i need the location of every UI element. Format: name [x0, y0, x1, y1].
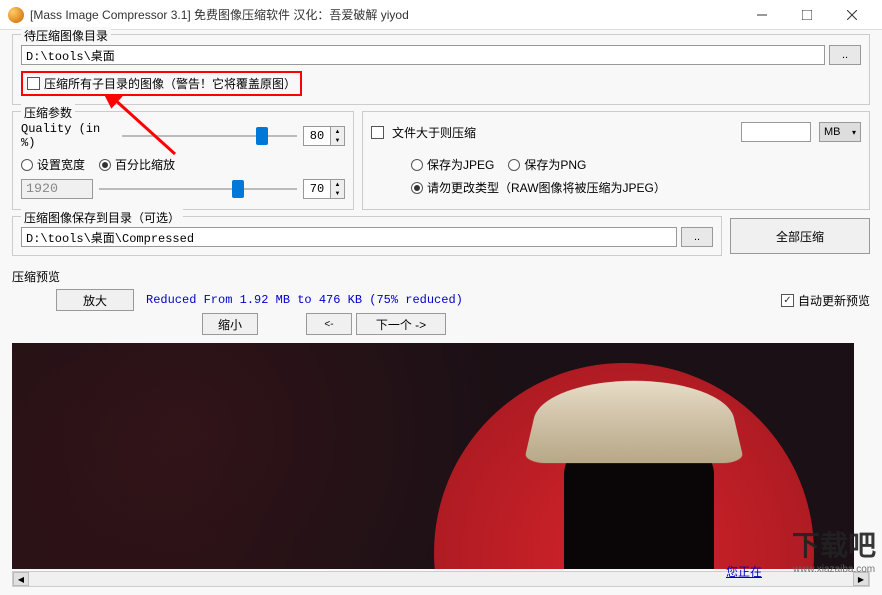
titlebar: [Mass Image Compressor 3.1] 免费图像压缩软件 汉化：…	[0, 0, 882, 30]
subdirs-highlight: 压缩所有子目录的图像（警告！它将覆盖原图）	[21, 71, 302, 96]
browse-output-button[interactable]: ..	[681, 227, 713, 247]
quality-slider[interactable]	[122, 124, 297, 148]
compress-all-button[interactable]: 全部压缩	[730, 218, 870, 254]
quality-label: Quality (in %)	[21, 122, 116, 150]
prev-image-button[interactable]: <-	[306, 313, 352, 335]
minsize-checkbox[interactable]	[371, 126, 384, 139]
source-group: 待压缩图像目录 .. 压缩所有子目录的图像（警告！它将覆盖原图）	[12, 34, 870, 105]
no-change-radio[interactable]: 请勿更改类型（RAW图像将被压缩为JPEG）	[411, 179, 666, 196]
zoom-in-button[interactable]: 放大	[56, 289, 134, 311]
scroll-left-button[interactable]: ◀	[13, 572, 29, 586]
status-link[interactable]: 您正在	[726, 563, 762, 580]
subdirs-label: 压缩所有子目录的图像（警告！它将覆盖原图）	[44, 75, 296, 92]
quality-input[interactable]: 80 ▲▼	[303, 126, 345, 146]
scale-slider[interactable]	[99, 177, 297, 201]
browse-source-button[interactable]: ..	[829, 45, 861, 65]
window-title: [Mass Image Compressor 3.1] 免费图像压缩软件 汉化：…	[30, 6, 739, 23]
params-group: 压缩参数 Quality (in %) 80 ▲▼ 设置宽度 百分比缩放	[12, 111, 354, 210]
download-icon: 下载吧	[792, 524, 876, 564]
auto-refresh-checkbox[interactable]	[781, 294, 794, 307]
auto-refresh-label: 自动更新预览	[798, 292, 870, 309]
scale-input[interactable]: 70 ▲▼	[303, 179, 345, 199]
app-icon	[8, 7, 24, 23]
next-image-button[interactable]: 下一个 ->	[356, 313, 446, 335]
unit-select[interactable]: MB	[819, 122, 861, 142]
output-path-input[interactable]	[21, 227, 677, 247]
width-input[interactable]	[21, 179, 93, 199]
close-button[interactable]	[829, 0, 874, 30]
preview-legend: 压缩预览	[12, 268, 870, 285]
save-jpeg-radio[interactable]: 保存为JPEG	[411, 156, 494, 173]
preview-section: 压缩预览 放大 Reduced From 1.92 MB to 476 KB (…	[12, 268, 870, 587]
percent-radio[interactable]: 百分比缩放	[99, 156, 175, 173]
subdirs-checkbox[interactable]	[27, 77, 40, 90]
save-png-radio[interactable]: 保存为PNG	[508, 156, 586, 173]
preview-image	[12, 343, 854, 569]
scale-down[interactable]: ▼	[331, 189, 344, 198]
minsize-label: 文件大于则压缩	[392, 124, 476, 141]
output-legend: 压缩图像保存到目录（可选）	[21, 209, 183, 226]
minsize-input[interactable]	[741, 122, 811, 142]
maximize-button[interactable]	[784, 0, 829, 30]
scale-up[interactable]: ▲	[331, 180, 344, 189]
source-path-input[interactable]	[21, 45, 825, 65]
params-legend: 压缩参数	[21, 104, 75, 121]
zoom-out-button[interactable]: 缩小	[202, 313, 258, 335]
watermark: 下载吧 www.xiazaiba.com	[792, 524, 876, 575]
minimize-button[interactable]	[739, 0, 784, 30]
output-group: 压缩图像保存到目录（可选） ..	[12, 216, 722, 256]
quality-down[interactable]: ▼	[331, 136, 344, 145]
width-radio[interactable]: 设置宽度	[21, 156, 85, 173]
reduced-text: Reduced From 1.92 MB to 476 KB (75% redu…	[146, 293, 463, 307]
format-group: 文件大于则压缩 MB 保存为JPEG 保存为PNG 请勿更改类型（RAW图像将被…	[362, 111, 870, 210]
source-legend: 待压缩图像目录	[21, 27, 111, 44]
quality-up[interactable]: ▲	[331, 127, 344, 136]
